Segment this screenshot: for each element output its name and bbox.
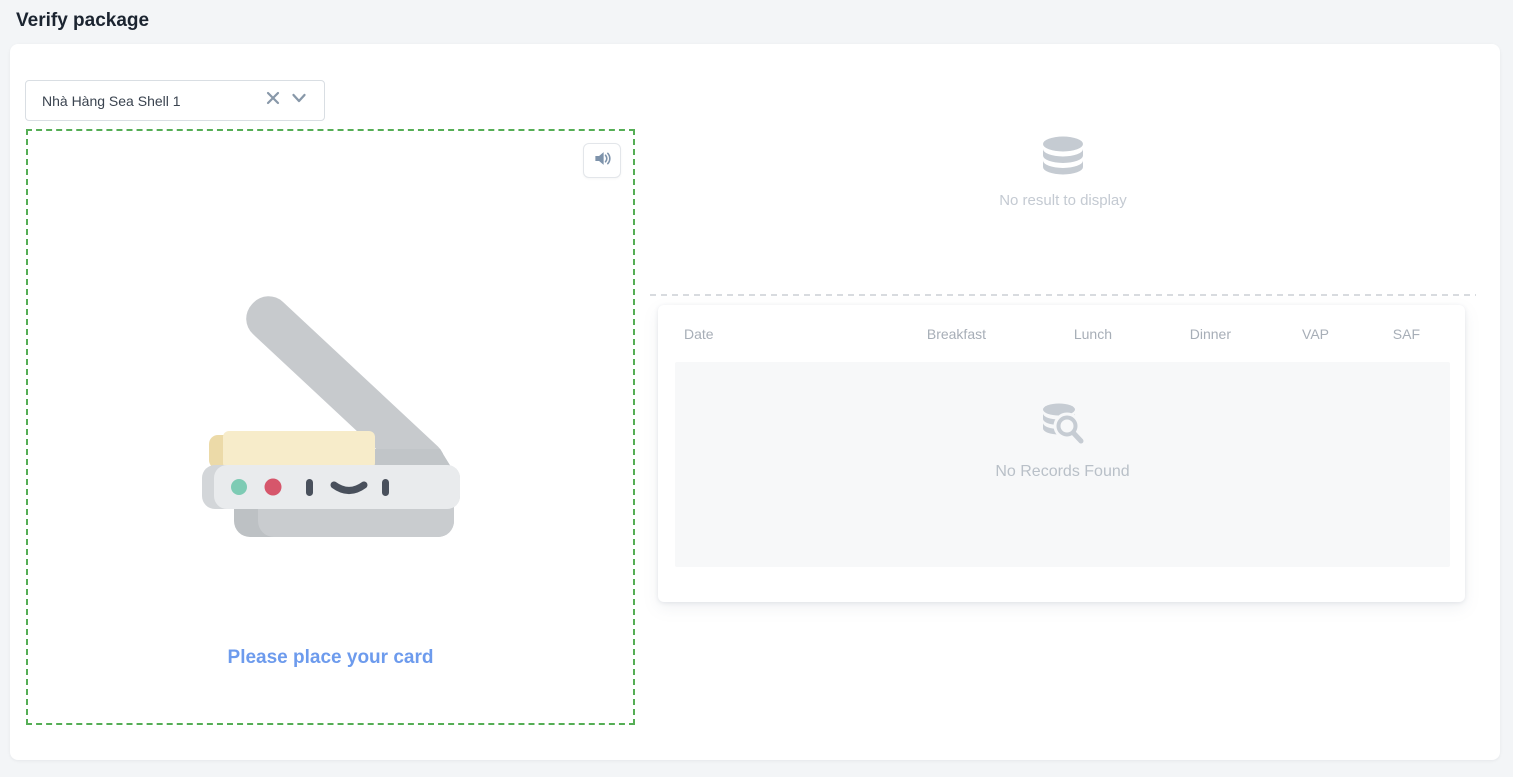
database-icon <box>1041 165 1085 182</box>
venue-select-value: Nhà Hàng Sea Shell 1 <box>42 93 260 109</box>
records-table: Date Breakfast Lunch Dinner VAP SAF <box>658 305 1465 602</box>
clear-selection-button[interactable] <box>260 88 286 114</box>
results-panel: No result to display Date Breakfast Lunc… <box>650 44 1476 760</box>
records-table-empty-state: No Records Found <box>675 362 1450 567</box>
card-scan-area: Please place your card <box>26 129 635 725</box>
main-card: Nhà Hàng Sea Shell 1 <box>10 44 1500 760</box>
sound-toggle-button[interactable] <box>583 143 621 178</box>
column-header-lunch: Lunch <box>986 326 1112 342</box>
column-header-vap: VAP <box>1231 326 1329 342</box>
result-summary-empty-state: No result to display <box>650 136 1476 209</box>
venue-select[interactable]: Nhà Hàng Sea Shell 1 <box>25 80 325 121</box>
column-header-breakfast: Breakfast <box>846 326 986 342</box>
records-table-header: Date Breakfast Lunch Dinner VAP SAF <box>658 305 1465 362</box>
database-search-icon <box>1040 435 1086 452</box>
scan-instruction-text: Please place your card <box>28 647 633 669</box>
column-header-date: Date <box>684 326 846 342</box>
no-records-text: No Records Found <box>675 463 1450 481</box>
chevron-down-icon <box>290 90 308 111</box>
speaker-icon <box>593 149 612 173</box>
no-result-text: No result to display <box>650 192 1476 209</box>
scanner-illustration <box>196 283 466 548</box>
verify-package-page: Verify package Nhà Hàng Sea Shell 1 <box>0 0 1513 777</box>
page-title: Verify package <box>16 10 149 32</box>
column-header-dinner: Dinner <box>1112 326 1231 342</box>
dashed-divider <box>650 294 1476 296</box>
open-dropdown-button[interactable] <box>286 88 312 114</box>
x-icon <box>265 90 281 111</box>
column-header-saf: SAF <box>1329 326 1420 342</box>
